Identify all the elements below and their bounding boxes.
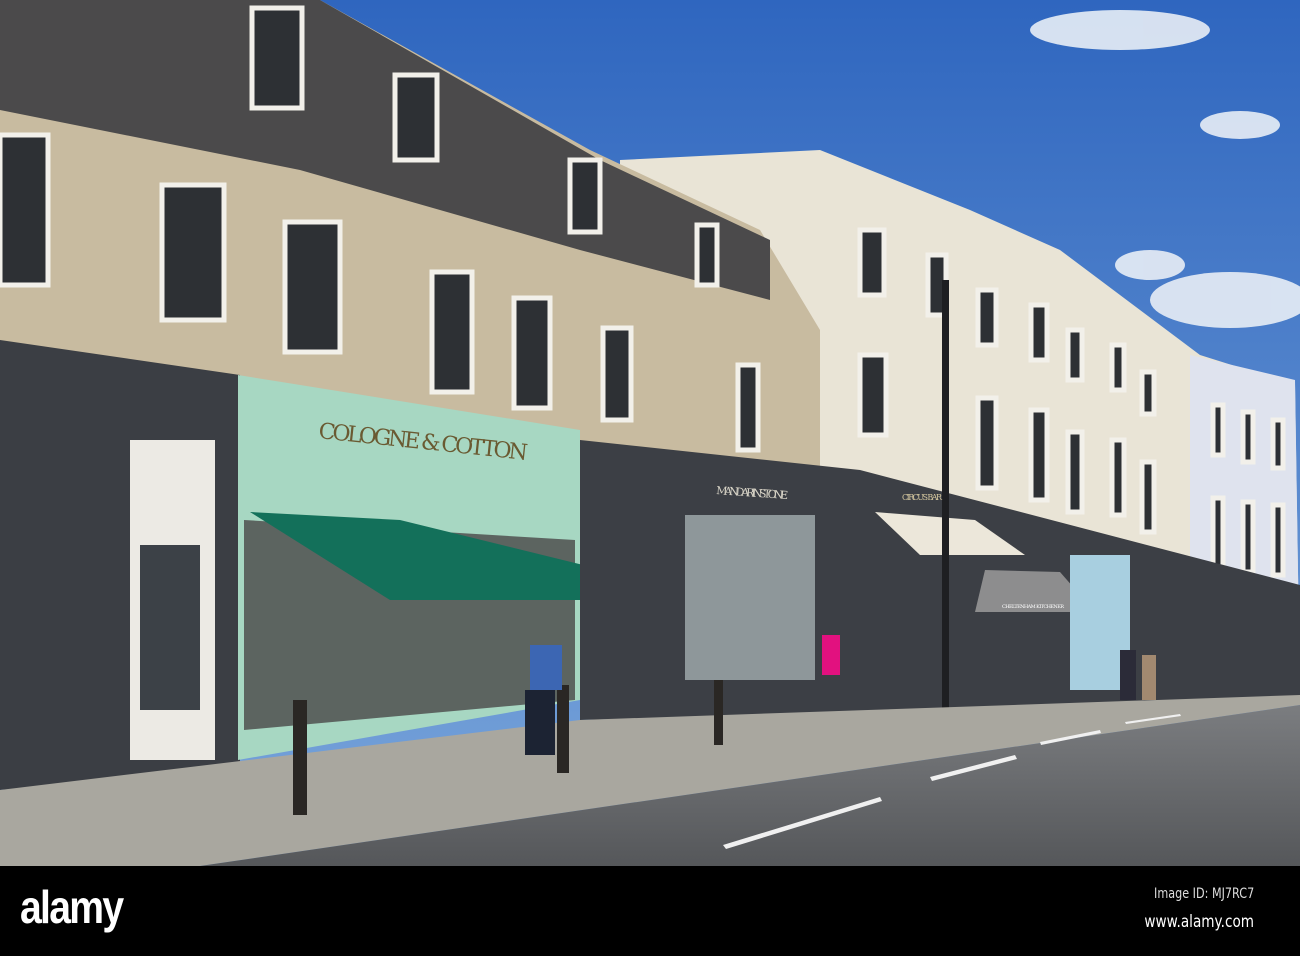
lamppost	[942, 280, 949, 710]
image-id: Image ID: MJ7RC7	[1153, 886, 1254, 902]
alamy-url: www.alamy.com	[1144, 912, 1254, 932]
alamy-logo: alamy	[20, 881, 124, 933]
sign-cheltenham-kitchener: CHELTENHAM KITCHENER	[1002, 604, 1064, 610]
sign-circus-bar: CIRCUS BAR	[902, 493, 943, 502]
street-photo: COLOGNE & COTTON MANDARINSTONE CIRCUS BA…	[0, 0, 1300, 866]
door-glass	[140, 545, 200, 710]
stock-photo: COLOGNE & COTTON MANDARINSTONE CIRCUS BA…	[0, 0, 1300, 956]
mandarinstone-window	[685, 515, 815, 680]
watermark-bar: alamy Image ID: MJ7RC7 www.alamy.com	[0, 866, 1300, 956]
